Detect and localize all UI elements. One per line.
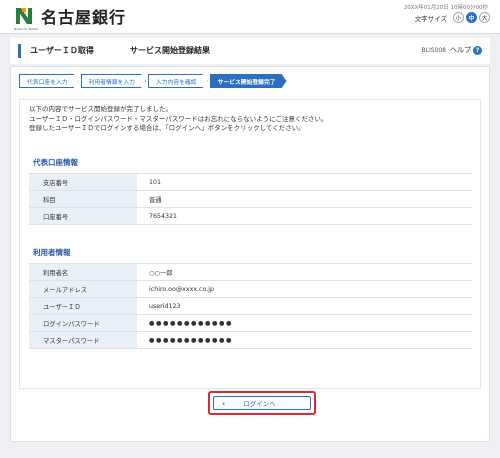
chevron-left-icon: ‹	[222, 398, 226, 408]
step-1: 代表口座を入力	[19, 74, 79, 88]
message-line: 以下の内容でサービス開始登録が完了しました。	[29, 105, 172, 113]
help-label: ヘルプ	[450, 46, 471, 54]
help-link[interactable]: ヘルプ ?	[450, 45, 482, 55]
account-info-table: 支店番号 101 科目 普通 口座番号 7654321	[29, 173, 473, 225]
login-button-label: ログインへ	[243, 400, 276, 408]
header: 名古屋銀行 NAGOYA BANK 20XX年01月20日 10時00分00秒 …	[0, 0, 500, 34]
step-2: 利用者情報を入力	[81, 74, 146, 88]
bank-logo-icon	[14, 6, 36, 26]
table-row: メールアドレス ichiro.oo@xxxx.co.jp	[29, 280, 473, 298]
logo-text: 名古屋銀行	[41, 8, 127, 27]
row-label: ログインパスワード	[29, 314, 137, 332]
login-button[interactable]: ‹ ログインへ	[213, 396, 311, 410]
page-subtitle: サービス開始登録結果	[130, 46, 210, 55]
completion-message: 以下の内容でサービス開始登録が完了しました。 ユーザーＩＤ・ログインパスワード・…	[29, 105, 479, 134]
row-label: 利用者名	[29, 263, 137, 281]
masked-password-value: ●●●●●●●●●●●●	[137, 314, 473, 332]
font-size-label: 文字サイズ	[414, 14, 447, 23]
screen-code: BLIS008	[421, 47, 447, 54]
font-size-selector: 文字サイズ 小 中 大	[415, 12, 490, 23]
page-title: ユーザーＩＤ取得	[30, 46, 94, 55]
message-line: ユーザーＩＤ・ログインパスワード・マスターパスワードはお忘れにならないようにご注…	[29, 114, 328, 123]
progress-steps: 代表口座を入力 利用者情報を入力 入力内容を確認 サービス開始登録完了	[19, 74, 289, 88]
row-label: メールアドレス	[29, 280, 137, 298]
row-value: userid123	[137, 297, 473, 315]
logo[interactable]: 名古屋銀行	[14, 6, 127, 27]
current-datetime: 20XX年01月20日 10時00分00秒	[403, 5, 488, 11]
step-3: 入力内容を確認	[148, 74, 208, 88]
font-size-small-button[interactable]: 小	[453, 12, 464, 23]
main-card: 代表口座を入力 利用者情報を入力 入力内容を確認 サービス開始登録完了 以下の内…	[10, 66, 490, 442]
row-value: 普通	[137, 190, 473, 208]
table-row: ユーザーＩＤ userid123	[29, 297, 473, 315]
user-section-title: 利用者情報	[33, 248, 71, 257]
message-line: 登録したユーザーＩＤでログインする場合は、「ログインへ」ボタンをクリックしてくだ…	[29, 124, 305, 132]
step-4-current: サービス開始登録完了	[210, 74, 287, 88]
row-label: 科目	[29, 190, 137, 208]
row-label: マスターパスワード	[29, 331, 137, 349]
masked-password-value: ●●●●●●●●●●●●	[137, 331, 473, 349]
table-row: ログインパスワード ●●●●●●●●●●●●	[29, 314, 473, 332]
account-section-title: 代表口座情報	[33, 158, 78, 167]
help-icon: ?	[473, 45, 482, 55]
logo-subtext: NAGOYA BANK	[14, 27, 38, 31]
row-label: ユーザーＩＤ	[29, 297, 137, 315]
row-value: ○○一郎	[137, 263, 473, 281]
row-value: 101	[137, 173, 473, 191]
table-row: 口座番号 7654321	[29, 207, 473, 225]
table-row: マスターパスワード ●●●●●●●●●●●●	[29, 331, 473, 349]
row-label: 支店番号	[29, 173, 137, 191]
table-row: 科目 普通	[29, 190, 473, 208]
row-value: ichiro.oo@xxxx.co.jp	[137, 280, 473, 298]
table-row: 利用者名 ○○一郎	[29, 263, 473, 281]
row-label: 口座番号	[29, 207, 137, 225]
table-row: 支店番号 101	[29, 173, 473, 191]
user-info-table: 利用者名 ○○一郎 メールアドレス ichiro.oo@xxxx.co.jp ユ…	[29, 263, 473, 349]
page-title-bar: ユーザーＩＤ取得 サービス開始登録結果 BLIS008 ヘルプ ?	[10, 38, 490, 64]
login-button-highlight: ‹ ログインへ	[208, 391, 316, 415]
title-accent-bar	[18, 44, 21, 58]
font-size-large-button[interactable]: 大	[479, 12, 490, 23]
row-value: 7654321	[137, 207, 473, 225]
font-size-medium-button[interactable]: 中	[466, 12, 477, 23]
